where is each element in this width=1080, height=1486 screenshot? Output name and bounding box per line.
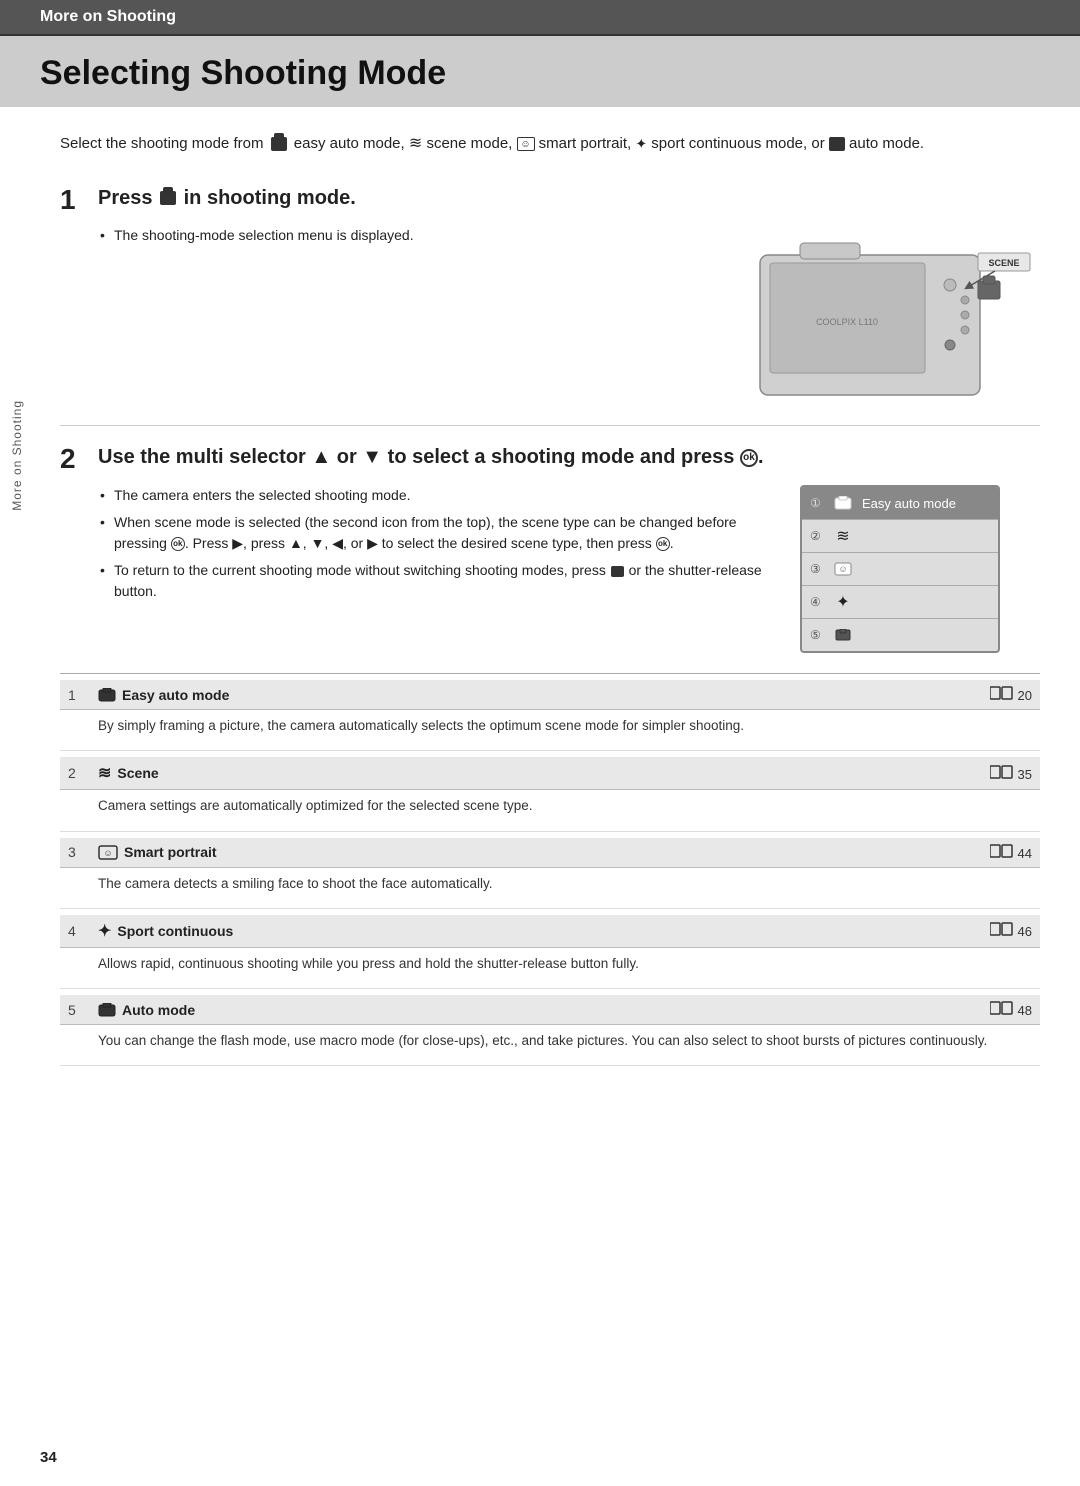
scene-table-icon: ≋ xyxy=(98,763,111,783)
table-row-5-header: 5 Auto mode 48 xyxy=(60,995,1040,1025)
modes-table: 1 Easy auto mode 20 By simply framing a … xyxy=(60,673,1040,1066)
step-2-section: 2 Use the multi selector ▲ or ▼ to selec… xyxy=(60,444,1040,653)
shooting-mode-menu: ① Easy auto mode ② ≋ ③ xyxy=(800,485,1000,653)
table-row-4-num: 4 xyxy=(68,923,98,939)
table-row-4-page: 46 xyxy=(990,922,1032,939)
step-2-body: The camera enters the selected shooting … xyxy=(98,485,1040,653)
table-row-1-header: 1 Easy auto mode 20 xyxy=(60,680,1040,710)
step-1-section: 1 Press in shooting mode. The shooting-m… xyxy=(60,185,1040,406)
section-label: More on Shooting xyxy=(40,8,176,25)
ok-icon-inline2: ok xyxy=(656,537,670,551)
table-row-2-desc: Camera settings are automatically optimi… xyxy=(60,790,1040,824)
table-row-2-num: 2 xyxy=(68,765,98,781)
easy-auto-icon xyxy=(271,137,287,151)
camera-icon-inline xyxy=(611,566,624,577)
step-1-title: Press in shooting mode. xyxy=(98,185,356,211)
table-row-1-num: 1 xyxy=(68,687,98,703)
step-2-number: 2 xyxy=(60,444,98,475)
page-number: 34 xyxy=(40,1449,57,1466)
sport-icon: ✦ xyxy=(635,136,647,152)
step-1-number: 1 xyxy=(60,185,98,216)
menu-row-1: ① Easy auto mode xyxy=(802,487,998,520)
table-row-3-title: ☺ Smart portrait xyxy=(98,844,990,860)
table-row-1-page: 20 xyxy=(990,686,1032,703)
table-row-1-title: Easy auto mode xyxy=(98,687,990,703)
svg-text:☺: ☺ xyxy=(103,848,112,858)
table-row-2-header: 2 ≋ Scene 35 xyxy=(60,757,1040,790)
ok-icon-inline: ok xyxy=(171,537,185,551)
ok-button-icon: ok xyxy=(740,449,758,467)
step-2-bullet-3: To return to the current shooting mode w… xyxy=(98,560,780,602)
table-row-5-num: 5 xyxy=(68,1002,98,1018)
table-row-3-page: 44 xyxy=(990,844,1032,861)
step-2-bullet-1: The camera enters the selected shooting … xyxy=(98,485,780,506)
scene-icon: ≋ xyxy=(409,135,422,152)
svg-text:☺: ☺ xyxy=(838,564,847,574)
table-row-easy-auto: 1 Easy auto mode 20 By simply framing a … xyxy=(60,674,1040,751)
table-row-1-desc: By simply framing a picture, the camera … xyxy=(60,710,1040,744)
main-content: Select the shooting mode from easy auto … xyxy=(0,107,1080,1106)
auto-mode-icon xyxy=(829,137,845,151)
smart-portrait-icon: ☺ xyxy=(517,137,535,151)
svg-text:SCENE: SCENE xyxy=(988,258,1019,268)
table-row-3-desc: The camera detects a smiling face to sho… xyxy=(60,868,1040,902)
table-row-5-page: 48 xyxy=(990,1001,1032,1018)
menu-row-3: ③ ☺ xyxy=(802,553,998,586)
intro-paragraph: Select the shooting mode from easy auto … xyxy=(60,131,1040,157)
step-1-body: The shooting-mode selection menu is disp… xyxy=(98,225,1040,405)
svg-text:COOLPIX L110: COOLPIX L110 xyxy=(816,317,878,327)
table-row-4-header: 4 ✦ Sport continuous 46 xyxy=(60,915,1040,948)
page-title: Selecting Shooting Mode xyxy=(40,54,1040,93)
step-2-header: 2 Use the multi selector ▲ or ▼ to selec… xyxy=(60,444,1040,475)
table-row-sport: 4 ✦ Sport continuous 46 Allows rapid, co… xyxy=(60,909,1040,989)
menu-row-2: ② ≋ xyxy=(802,520,998,553)
table-row-3-num: 3 xyxy=(68,844,98,860)
step-1-header: 1 Press in shooting mode. xyxy=(60,185,1040,216)
section-header: More on Shooting xyxy=(0,0,1080,36)
menu-row-4: ④ ✦ xyxy=(802,586,998,619)
table-row-5-desc: You can change the flash mode, use macro… xyxy=(60,1025,1040,1059)
camera-svg: COOLPIX L110 SCENE xyxy=(740,225,1040,405)
table-row-4-desc: Allows rapid, continuous shooting while … xyxy=(60,948,1040,982)
page-title-section: Selecting Shooting Mode xyxy=(0,36,1080,107)
table-row-scene: 2 ≋ Scene 35 Camera settings are automat… xyxy=(60,751,1040,831)
table-row-2-title: ≋ Scene xyxy=(98,763,990,783)
sport-table-icon: ✦ xyxy=(98,921,111,941)
selector-menu-panel: ① Easy auto mode ② ≋ ③ xyxy=(800,485,1040,653)
table-row-smart-portrait: 3 ☺ Smart portrait 44 The camera detects… xyxy=(60,832,1040,909)
step-2-text: The camera enters the selected shooting … xyxy=(98,485,780,653)
table-row-4-title: ✦ Sport continuous xyxy=(98,921,990,941)
menu-row-5: ⑤ xyxy=(802,619,998,651)
table-row-auto: 5 Auto mode 48 You can change the flash … xyxy=(60,989,1040,1066)
table-row-2-page: 35 xyxy=(990,765,1032,782)
step-1-bullet-1: The shooting-mode selection menu is disp… xyxy=(98,225,720,246)
camera-diagram: COOLPIX L110 SCENE xyxy=(740,225,1040,405)
step-2-title: Use the multi selector ▲ or ▼ to select … xyxy=(98,444,764,470)
step-divider-1 xyxy=(60,425,1040,426)
table-row-3-header: 3 ☺ Smart portrait 44 xyxy=(60,838,1040,868)
step-1-text: The shooting-mode selection menu is disp… xyxy=(98,225,720,405)
step-2-bullet-2: When scene mode is selected (the second … xyxy=(98,512,780,554)
table-row-5-title: Auto mode xyxy=(98,1002,990,1018)
